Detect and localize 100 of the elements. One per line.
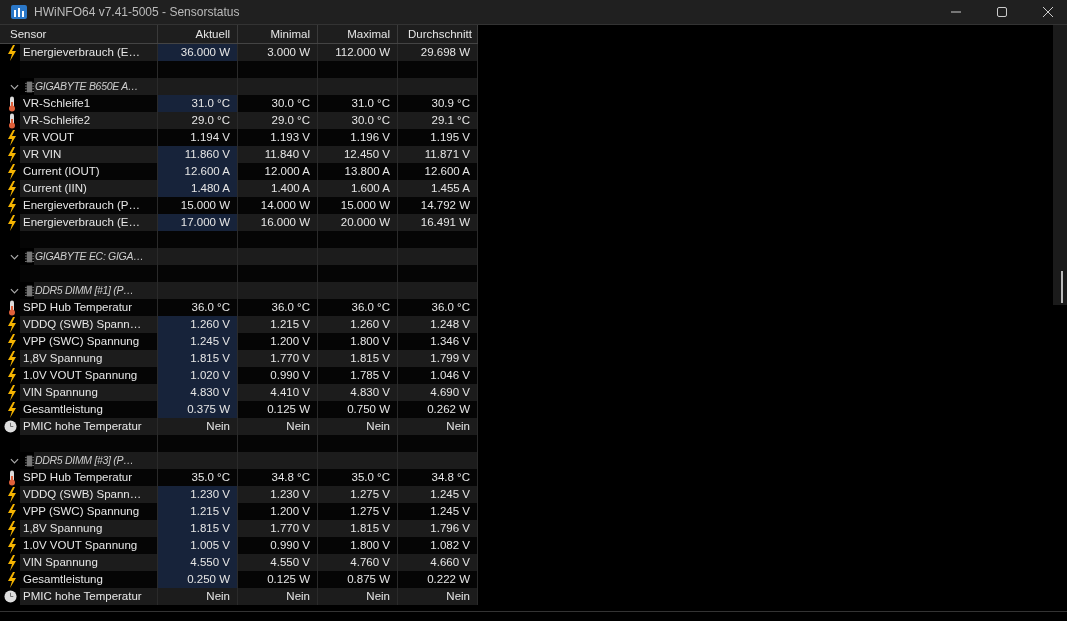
scrollbar-thumb[interactable] bbox=[1061, 271, 1063, 303]
sensor-name[interactable]: VR-Schleife1 bbox=[20, 95, 158, 112]
sensor-name[interactable]: PMIC hohe Temperatur bbox=[20, 588, 158, 605]
value-cell: 1.200 V bbox=[238, 333, 318, 350]
column-header[interactable]: Maximal bbox=[318, 25, 398, 43]
maximize-icon[interactable] bbox=[996, 6, 1008, 18]
value-cell: Nein bbox=[318, 588, 398, 605]
value-cell: Nein bbox=[238, 588, 318, 605]
value-cell: 1.193 V bbox=[238, 129, 318, 146]
value-cell: 30.0 °C bbox=[318, 112, 398, 129]
sensor-name[interactable]: Gesamtleistung bbox=[20, 571, 158, 588]
sensor-name[interactable]: VIN Spannung bbox=[20, 554, 158, 571]
sensor-name[interactable]: VIN Spannung bbox=[20, 384, 158, 401]
value-cell: 14.792 W bbox=[398, 197, 478, 214]
value-cell: 1.800 V bbox=[318, 333, 398, 350]
sensor-name[interactable]: PMIC hohe Temperatur bbox=[20, 418, 158, 435]
chip-icon bbox=[25, 283, 34, 298]
sensor-name[interactable]: 1.0V VOUT Spannung bbox=[20, 537, 158, 554]
lightning-bolt-icon bbox=[7, 520, 17, 537]
sensor-name[interactable]: VDDQ (SWB) Spann… bbox=[20, 486, 158, 503]
value-cell: 4.830 V bbox=[158, 384, 238, 401]
column-header[interactable]: Sensor bbox=[0, 25, 158, 43]
device-name[interactable]: GIGABYTE EC: GIGA… bbox=[34, 248, 158, 265]
sensor-name[interactable]: Energieverbrauch (E… bbox=[20, 44, 158, 61]
value-cell: 16.000 W bbox=[238, 214, 318, 231]
value-cell: 4.760 V bbox=[318, 554, 398, 571]
sensor-name[interactable]: Energieverbrauch (P… bbox=[20, 197, 158, 214]
thermometer-icon bbox=[7, 112, 17, 129]
value-cell: 14.000 W bbox=[238, 197, 318, 214]
value-cell: 1.260 V bbox=[318, 316, 398, 333]
value-cell: 1.248 V bbox=[398, 316, 478, 333]
value-cell: 29.698 W bbox=[398, 44, 478, 61]
value-cell: 1.815 V bbox=[158, 350, 238, 367]
sensor-name[interactable]: Current (IOUT) bbox=[20, 163, 158, 180]
value-cell: 0.125 W bbox=[238, 571, 318, 588]
value-cell: 16.491 W bbox=[398, 214, 478, 231]
clock-icon bbox=[4, 590, 17, 603]
lightning-bolt-icon bbox=[7, 367, 17, 384]
thermometer-icon bbox=[7, 299, 17, 316]
lightning-bolt-icon bbox=[7, 316, 17, 333]
chevron-icon[interactable] bbox=[10, 457, 19, 464]
value-cell: 1.196 V bbox=[318, 129, 398, 146]
value-cell: 15.000 W bbox=[158, 197, 238, 214]
window-title: HWiNFO64 v7.41-5005 - Sensorstatus bbox=[34, 5, 240, 19]
value-cell: 1.200 V bbox=[238, 503, 318, 520]
value-cell: 1.815 V bbox=[318, 520, 398, 537]
sensor-name[interactable]: VR VOUT bbox=[20, 129, 158, 146]
lightning-bolt-icon bbox=[7, 214, 17, 231]
value-cell: 12.000 A bbox=[238, 163, 318, 180]
lightning-bolt-icon bbox=[7, 537, 17, 554]
value-cell: 1.230 V bbox=[238, 486, 318, 503]
sensor-name[interactable]: 1.0V VOUT Spannung bbox=[20, 367, 158, 384]
sensor-name[interactable]: Current (IIN) bbox=[20, 180, 158, 197]
value-cell: 1.245 V bbox=[398, 486, 478, 503]
column-header[interactable]: Aktuell bbox=[158, 25, 238, 43]
sensor-name[interactable]: Gesamtleistung bbox=[20, 401, 158, 418]
value-cell: 4.660 V bbox=[398, 554, 478, 571]
sensor-name[interactable]: VPP (SWC) Spannung bbox=[20, 333, 158, 350]
chevron-icon[interactable] bbox=[10, 253, 19, 260]
value-cell: 112.000 W bbox=[318, 44, 398, 61]
chevron-icon[interactable] bbox=[10, 287, 19, 294]
value-cell: Nein bbox=[398, 418, 478, 435]
value-cell: 15.000 W bbox=[318, 197, 398, 214]
sensor-name[interactable]: VPP (SWC) Spannung bbox=[20, 503, 158, 520]
sensor-name[interactable]: SPD Hub Temperatur bbox=[20, 299, 158, 316]
value-cell: 1.275 V bbox=[318, 486, 398, 503]
column-header[interactable]: Minimal bbox=[238, 25, 318, 43]
value-cell: 1.346 V bbox=[398, 333, 478, 350]
close-icon[interactable] bbox=[1042, 6, 1054, 18]
lightning-bolt-icon bbox=[7, 486, 17, 503]
value-cell: 12.600 A bbox=[398, 163, 478, 180]
value-cell: 1.770 V bbox=[238, 350, 318, 367]
device-name[interactable]: DDR5 DIMM [#3] (P… bbox=[34, 452, 158, 469]
sensor-name[interactable]: VR-Schleife2 bbox=[20, 112, 158, 129]
sensor-name[interactable]: SPD Hub Temperatur bbox=[20, 469, 158, 486]
chevron-icon[interactable] bbox=[10, 83, 19, 90]
value-cell: 36.000 W bbox=[158, 44, 238, 61]
value-cell: 0.990 V bbox=[238, 367, 318, 384]
sensor-name[interactable]: VDDQ (SWB) Spann… bbox=[20, 316, 158, 333]
value-cell: 0.262 W bbox=[398, 401, 478, 418]
value-cell: 36.0 °C bbox=[318, 299, 398, 316]
value-cell: 29.0 °C bbox=[158, 112, 238, 129]
sensor-name[interactable]: VR VIN bbox=[20, 146, 158, 163]
device-name[interactable]: GIGABYTE B650E A… bbox=[34, 78, 158, 95]
value-cell: 0.222 W bbox=[398, 571, 478, 588]
value-cell: 1.275 V bbox=[318, 503, 398, 520]
value-cell: 11.871 V bbox=[398, 146, 478, 163]
value-cell: Nein bbox=[318, 418, 398, 435]
sensor-name[interactable]: 1,8V Spannung bbox=[20, 520, 158, 537]
value-cell: 12.450 V bbox=[318, 146, 398, 163]
value-cell: 4.550 V bbox=[238, 554, 318, 571]
value-cell: 1.046 V bbox=[398, 367, 478, 384]
value-cell: 17.000 W bbox=[158, 214, 238, 231]
lightning-bolt-icon bbox=[7, 129, 17, 146]
app-logo-icon bbox=[11, 5, 27, 19]
sensor-name[interactable]: Energieverbrauch (E… bbox=[20, 214, 158, 231]
sensor-name[interactable]: 1,8V Spannung bbox=[20, 350, 158, 367]
clock-icon bbox=[4, 420, 17, 433]
value-cell: 30.0 °C bbox=[238, 95, 318, 112]
device-name[interactable]: DDR5 DIMM [#1] (P… bbox=[34, 282, 158, 299]
